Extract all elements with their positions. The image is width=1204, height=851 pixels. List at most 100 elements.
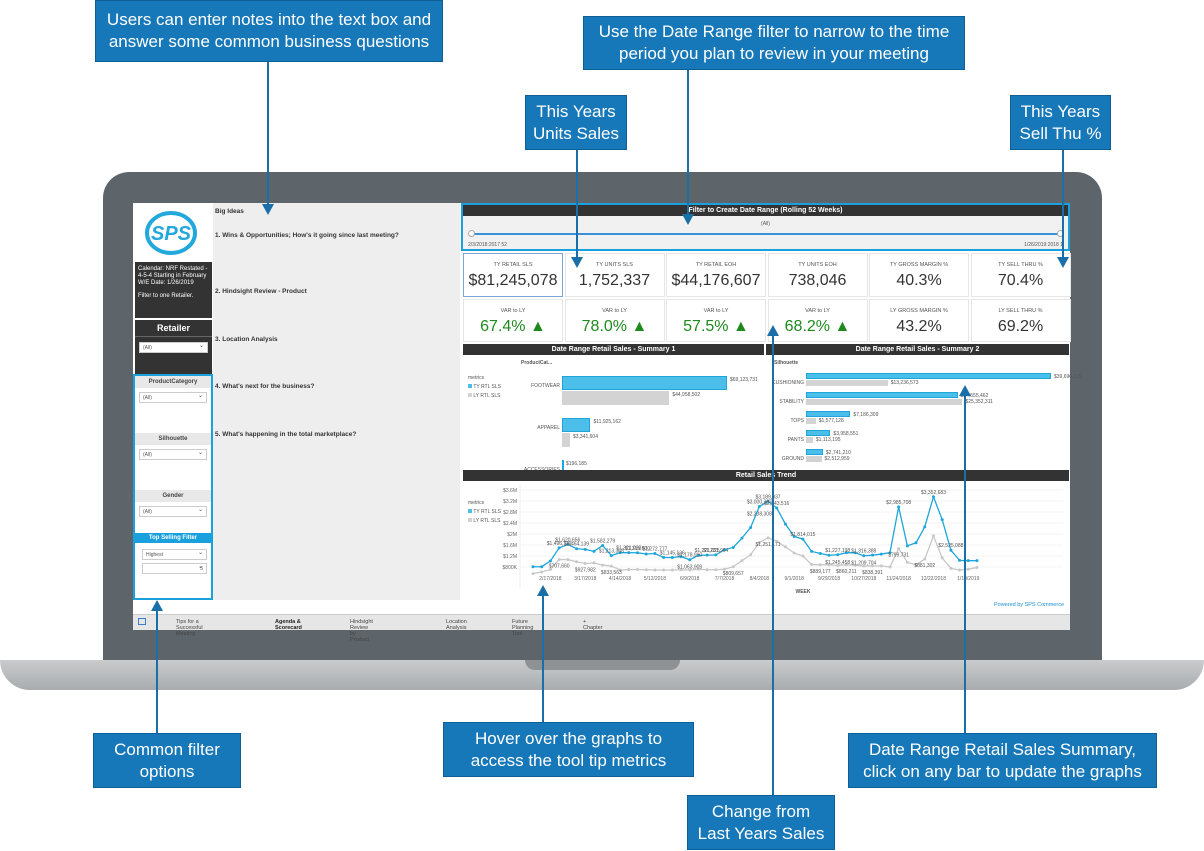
ly-data-point[interactable] — [940, 556, 944, 560]
sheet-tab[interactable]: Location Analysis — [446, 619, 467, 631]
ly-data-point[interactable] — [931, 534, 935, 538]
sheet-tab[interactable]: Future Planning Tool — [512, 619, 533, 637]
ty-bar[interactable] — [806, 392, 958, 399]
ly-data-point[interactable] — [749, 553, 753, 557]
ty-data-point[interactable] — [783, 522, 787, 526]
ly-data-point[interactable] — [609, 564, 613, 568]
ly-data-point[interactable] — [818, 563, 822, 567]
ly-data-point[interactable] — [627, 567, 631, 571]
ly-data-point[interactable] — [949, 566, 953, 570]
ly-data-point[interactable] — [888, 565, 892, 569]
ty-bar[interactable] — [806, 411, 851, 418]
ly-bar[interactable] — [806, 379, 888, 386]
ty-data-point[interactable] — [810, 549, 814, 553]
ly-data-point[interactable] — [653, 568, 657, 572]
ly-bar[interactable] — [562, 390, 670, 405]
ly-data-point[interactable] — [801, 554, 805, 558]
ly-data-point[interactable] — [531, 572, 535, 576]
silhouette-dropdown[interactable]: (All) — [139, 449, 207, 460]
device-preview-icon[interactable] — [138, 618, 146, 625]
kpi-var-card[interactable]: LY SELL THRU % 69.2% — [970, 299, 1071, 342]
ty-bar[interactable] — [806, 430, 831, 437]
ly-data-point[interactable] — [810, 563, 814, 567]
ly-data-point[interactable] — [705, 568, 709, 572]
ty-data-point[interactable] — [548, 559, 552, 563]
ty-data-point[interactable] — [958, 558, 962, 562]
ly-bar[interactable] — [562, 432, 570, 447]
ty-data-point[interactable] — [740, 536, 744, 540]
ty-data-point[interactable] — [644, 552, 648, 556]
ly-data-point[interactable] — [792, 551, 796, 555]
kpi-var-card[interactable]: VAR to LY 68.2% ▲ — [767, 299, 868, 342]
ty-data-point[interactable] — [749, 525, 753, 529]
kpi-var-card[interactable]: LY GROSS MARGIN % 43.2% — [869, 299, 969, 342]
ty-bar[interactable] — [806, 373, 1051, 380]
sheet-tab[interactable]: Hindsight Review by Product — [350, 619, 373, 643]
kpi-card[interactable]: TY RETAIL SLS $81,245,078 — [463, 253, 563, 297]
kpi-card[interactable]: TY UNITS EOH 738,046 — [767, 253, 868, 297]
retailer-dropdown[interactable]: (All) — [139, 342, 208, 353]
ly-data-point[interactable] — [975, 566, 979, 570]
ly-data-point[interactable] — [583, 561, 587, 565]
ly-data-point[interactable] — [966, 567, 970, 571]
powered-by-link[interactable]: Powered by SPS Commerce — [994, 602, 1064, 608]
ly-data-point[interactable] — [740, 559, 744, 563]
kpi-card[interactable]: TY RETAIL EOH $44,176,607 — [666, 253, 766, 297]
ly-data-point[interactable] — [766, 536, 770, 540]
ty-data-point[interactable] — [583, 547, 587, 551]
kpi-var-card[interactable]: VAR to LY 57.5% ▲ — [666, 299, 766, 342]
date-range-slider[interactable] — [472, 233, 1060, 235]
ly-bar[interactable] — [806, 398, 963, 405]
ly-bar[interactable] — [806, 455, 822, 462]
ty-data-point[interactable] — [879, 552, 883, 556]
ty-data-point[interactable] — [966, 559, 970, 563]
kpi-card[interactable]: TY SELL THRU % 70.4% — [970, 253, 1071, 297]
ly-data-point[interactable] — [670, 568, 674, 572]
ly-data-point[interactable] — [958, 568, 962, 572]
ty-bar[interactable] — [562, 418, 591, 432]
ly-data-point[interactable] — [905, 560, 909, 564]
ty-data-point[interactable] — [731, 545, 735, 549]
ty-data-point[interactable] — [531, 565, 535, 569]
ty-bar[interactable] — [806, 449, 823, 456]
ty-data-point[interactable] — [914, 541, 918, 545]
ty-data-point[interactable] — [827, 553, 831, 557]
kpi-var-card[interactable]: VAR to LY 67.4% ▲ — [463, 299, 563, 342]
slider-start-handle[interactable] — [468, 230, 475, 237]
ly-data-point[interactable] — [575, 560, 579, 564]
sheet-tab[interactable]: + Chapter — [583, 619, 603, 631]
ly-data-point[interactable] — [923, 557, 927, 561]
ly-data-point[interactable] — [592, 561, 596, 565]
kpi-var-card[interactable]: VAR to LY 78.0% ▲ — [564, 299, 665, 342]
ly-data-point[interactable] — [540, 570, 544, 574]
top-selling-count-input[interactable]: 5 — [142, 563, 207, 574]
ly-data-point[interactable] — [557, 558, 561, 562]
ty-data-point[interactable] — [905, 544, 909, 548]
sheet-tab[interactable]: Tips for a Successful Meeting — [176, 619, 203, 637]
ty-data-point[interactable] — [818, 552, 822, 556]
notes-textbox[interactable]: Big Ideas 1. Wins & Opportunities; How's… — [213, 203, 460, 600]
product-category-dropdown[interactable]: (All) — [139, 392, 207, 403]
ly-bar[interactable] — [806, 417, 816, 424]
ly-data-point[interactable] — [897, 547, 901, 551]
ty-data-point[interactable] — [975, 559, 979, 563]
ty-data-point[interactable] — [923, 525, 927, 529]
ly-data-point[interactable] — [635, 567, 639, 571]
ly-data-point[interactable] — [714, 568, 718, 572]
ty-data-point[interactable] — [940, 518, 944, 522]
trend-chart[interactable]: $800K $1.2M $1.6M $2M $2.4M $2.8M $3.2M $3.6M 2/… — [463, 470, 1069, 598]
ly-data-point[interactable] — [731, 565, 735, 569]
ly-data-point[interactable] — [644, 568, 648, 572]
ly-data-point[interactable] — [601, 563, 605, 567]
gender-dropdown[interactable]: (All) — [139, 506, 207, 517]
ty-bar[interactable] — [562, 376, 727, 390]
ly-bar[interactable] — [806, 436, 813, 443]
ly-data-point[interactable] — [879, 564, 883, 568]
ly-data-point[interactable] — [662, 568, 666, 572]
top-selling-dropdown[interactable]: Highest — [142, 549, 207, 560]
ly-data-point[interactable] — [783, 545, 787, 549]
ty-data-point[interactable] — [540, 565, 544, 569]
kpi-card[interactable]: TY GROSS MARGIN % 40.3% — [869, 253, 969, 297]
ly-data-point[interactable] — [566, 558, 570, 562]
ty-data-point[interactable] — [592, 549, 596, 553]
